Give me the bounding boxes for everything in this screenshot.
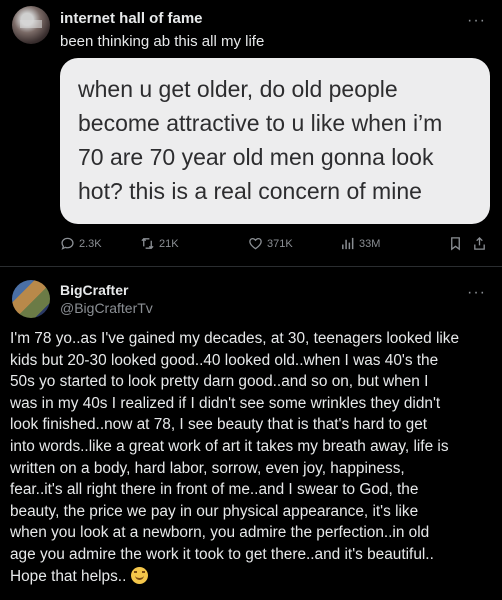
reply-icon (61, 237, 74, 250)
quote-line: hot? this is a real concern of mine (78, 178, 422, 204)
post-text-line: was in my 40s I realized if I didn't see… (10, 394, 441, 412)
author-handle[interactable]: @BigCrafterTv (60, 300, 153, 316)
post-text-line: beauty, the price we pay in our physical… (10, 502, 419, 520)
post-text: been thinking ab this all my life (60, 33, 265, 50)
post-text-line: I'm 78 yo..as I've gained my decades, at… (10, 330, 460, 347)
repost-icon (141, 237, 154, 250)
like-button[interactable]: 371K (248, 236, 293, 251)
post-actions: 2.3K 21K 371K 33M (60, 236, 490, 256)
post-text-line: 50s yo started to look pretty darn good.… (10, 373, 429, 391)
quoted-text: when u get older, do old people become a… (78, 72, 472, 208)
post-bigcrafter: BigCrafter @BigCrafterTv ··· I'm 78 yo..… (0, 270, 502, 600)
repost-button[interactable]: 21K (140, 236, 179, 251)
more-options-icon[interactable]: ··· (467, 284, 486, 302)
views-chart-icon (342, 237, 354, 250)
author-name[interactable]: internet hall of fame (60, 10, 203, 27)
post-text-line: fear..it's all right there in front of m… (10, 481, 419, 499)
heart-icon (249, 237, 262, 250)
post-text: I'm 78 yo..as I've gained my decades, at… (10, 328, 500, 587)
author-name[interactable]: BigCrafter (60, 282, 128, 298)
quoted-image-card[interactable]: when u get older, do old people become a… (60, 58, 490, 224)
post-text-line: look finished..now at 78, I see beauty t… (10, 416, 428, 434)
repost-count: 21K (159, 237, 179, 250)
share-icon (474, 236, 485, 250)
quote-line: become attractive to u like when i’m (78, 110, 443, 136)
like-count: 371K (267, 237, 293, 250)
reply-button[interactable]: 2.3K (60, 236, 102, 251)
post-text-last-line: Hope that helps.. (10, 566, 500, 588)
avatar[interactable] (12, 6, 50, 44)
post-text-line: when you look at a newborn, you admire t… (10, 524, 430, 542)
quote-line: when u get older, do old people (78, 76, 398, 102)
views-button[interactable]: 33M (340, 236, 380, 251)
post-divider (0, 266, 502, 267)
post-text-line: written on a body, hard labor, sorrow, e… (10, 459, 405, 477)
avatar[interactable] (12, 280, 50, 318)
post-text-line: kids but 20-30 looked good..40 looked ol… (10, 351, 439, 369)
post-text-line: Hope that helps.. (10, 567, 127, 585)
relieved-face-emoji-icon (130, 566, 148, 584)
more-options-icon[interactable]: ··· (467, 12, 486, 30)
post-internet-hall-of-fame: internet hall of fame ··· been thinking … (0, 0, 502, 260)
views-count: 33M (359, 237, 381, 250)
bookmark-icon (451, 237, 460, 251)
post-text-line: into words..like a great work of art it … (10, 437, 449, 455)
reply-count: 2.3K (79, 237, 102, 250)
share-button[interactable] (472, 236, 487, 251)
bookmark-button[interactable] (448, 236, 463, 251)
post-text-line: age you admire the work it took to get t… (10, 545, 434, 563)
quote-line: 70 are 70 year old men gonna look (78, 144, 434, 170)
